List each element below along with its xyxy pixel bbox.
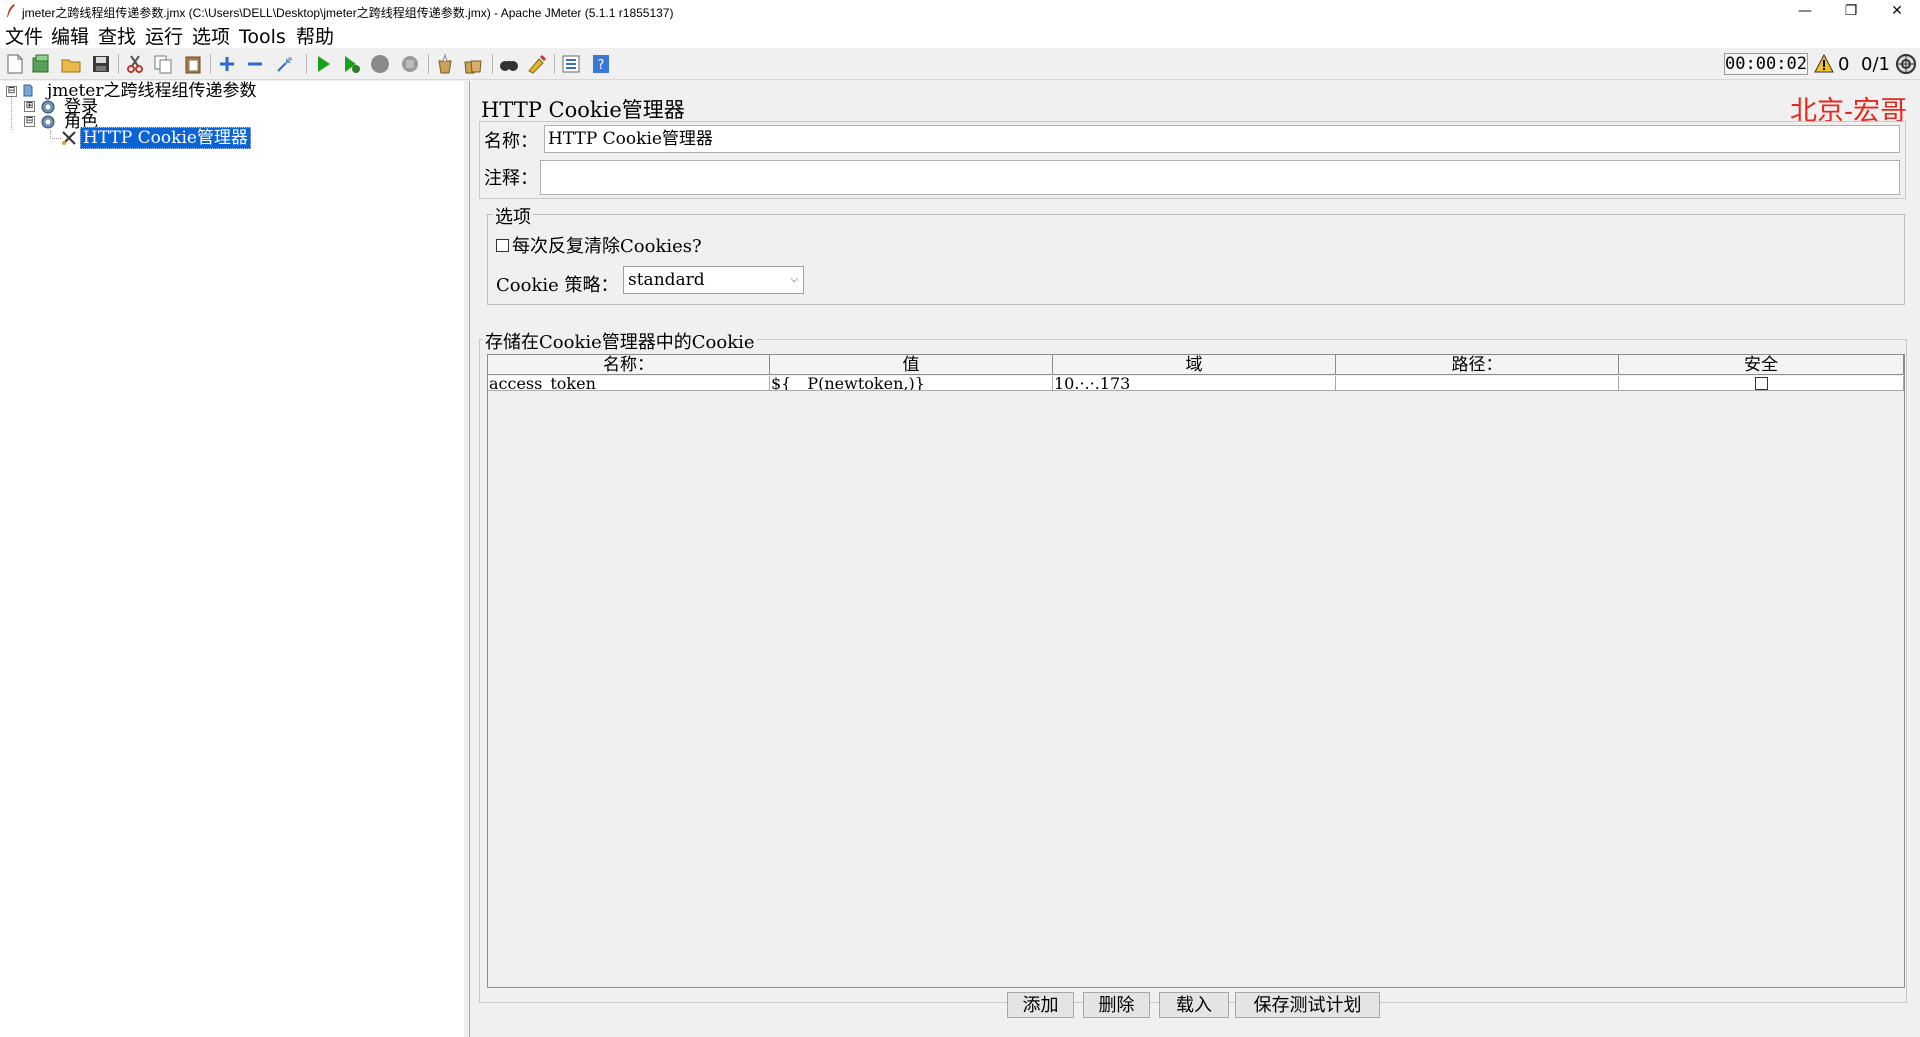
config-element-scissors-icon [62, 131, 76, 145]
cookie-value-cell[interactable]: ${__P(newtoken,)} [770, 376, 1053, 391]
cookie-policy-select[interactable]: standard ⌵ [623, 266, 804, 294]
menu-file[interactable]: 文件 [5, 26, 43, 48]
remote-status-icon[interactable] [1895, 53, 1917, 75]
menu-options[interactable]: 选项 [192, 26, 230, 48]
chevron-down-icon: ⌵ [790, 274, 798, 285]
elapsed-timer: 00:00:02 [1724, 53, 1808, 75]
tree-collapse-toggle[interactable]: ⊟ [24, 116, 35, 127]
name-comment-box: 名称： HTTP Cookie管理器 注释： [479, 121, 1906, 199]
page-title: HTTP Cookie管理器 [481, 98, 685, 122]
cookie-secure-cell[interactable] [1619, 376, 1904, 391]
open-icon[interactable] [60, 53, 82, 75]
column-header-name[interactable]: 名称： [488, 355, 770, 375]
menu-edit[interactable]: 编辑 [51, 26, 89, 48]
help-icon[interactable]: ? [590, 53, 612, 75]
cut-icon[interactable] [124, 53, 146, 75]
cookie-policy-label: Cookie 策略： [496, 275, 619, 296]
cookie-name-cell[interactable]: access_token [488, 376, 770, 391]
function-helper-icon[interactable] [560, 53, 582, 75]
options-group-title: 选项 [493, 203, 533, 229]
jmeter-feather-icon [7, 4, 15, 17]
cookie-domain-cell[interactable]: 10.·.·.173 [1053, 376, 1336, 391]
add-button[interactable]: 添加 [1007, 992, 1074, 1018]
maximize-button[interactable]: ❐ [1828, 0, 1874, 22]
column-header-value[interactable]: 值 [770, 355, 1053, 375]
minimize-button[interactable]: — [1782, 0, 1828, 22]
toolbar-separator [554, 54, 555, 74]
toolbar-separator [306, 54, 307, 74]
delete-button[interactable]: 删除 [1083, 992, 1150, 1018]
tree-collapse-toggle[interactable]: ⊟ [6, 86, 17, 97]
stored-cookies-title: 存储在Cookie管理器中的Cookie [483, 328, 757, 354]
toggle-icon[interactable] [274, 53, 296, 75]
shutdown-icon[interactable] [399, 53, 421, 75]
thread-group-gear-icon [41, 100, 55, 114]
thread-group-gear-icon [41, 115, 55, 129]
selected-tree-label: HTTP Cookie管理器 [80, 127, 251, 149]
tree-connector [50, 130, 61, 139]
start-no-pause-icon[interactable] [340, 53, 362, 75]
copy-icon[interactable] [152, 53, 174, 75]
clear-each-iteration-label: 每次反复清除Cookies? [512, 236, 702, 257]
cookie-secure-checkbox[interactable] [1755, 377, 1768, 390]
clear-all-icon[interactable] [462, 53, 484, 75]
column-header-path[interactable]: 路径： [1336, 355, 1619, 375]
menu-run[interactable]: 运行 [145, 26, 183, 48]
tree-expand-toggle[interactable]: ⊞ [24, 101, 35, 112]
column-header-domain[interactable]: 域 [1053, 355, 1336, 375]
warning-icon[interactable] [1814, 54, 1834, 73]
error-count: 0 [1838, 54, 1850, 75]
start-icon[interactable] [312, 53, 334, 75]
menu-tools[interactable]: Tools [239, 26, 286, 48]
name-label: 名称： [484, 131, 538, 152]
load-button[interactable]: 载入 [1159, 992, 1229, 1018]
toolbar-separator [118, 54, 119, 74]
menu-bar: 文件 编辑 查找 运行 选项 Tools 帮助 [0, 24, 1920, 48]
test-plan-icon [23, 84, 33, 97]
save-test-plan-button[interactable]: 保存测试计划 [1235, 992, 1380, 1018]
clear-icon[interactable] [434, 53, 456, 75]
toolbar-separator [492, 54, 493, 74]
templates-icon[interactable] [30, 53, 52, 75]
title-bar: jmeter之跨线程组传递参数.jmx (C:\Users\DELL\Deskt… [0, 0, 1920, 24]
paste-icon[interactable] [182, 53, 204, 75]
expand-icon[interactable] [216, 53, 238, 75]
comment-label: 注释： [484, 168, 538, 189]
clear-each-iteration-checkbox[interactable] [496, 239, 509, 252]
close-button[interactable]: ✕ [1874, 0, 1920, 22]
comment-field[interactable] [540, 160, 1900, 195]
toolbar: ? 00:00:02 0 0/1 [0, 49, 1920, 80]
menu-help[interactable]: 帮助 [296, 26, 334, 48]
menu-search[interactable]: 查找 [98, 26, 136, 48]
new-icon[interactable] [4, 53, 26, 75]
cookie-manager-panel: HTTP Cookie管理器 北京-宏哥 名称： HTTP Cookie管理器 … [470, 81, 1920, 1037]
cookie-path-cell[interactable] [1336, 376, 1619, 391]
tree-connector [11, 97, 13, 130]
options-group: 选项 每次反复清除Cookies? Cookie 策略： standard ⌵ [487, 203, 1905, 305]
collapse-icon[interactable] [244, 53, 266, 75]
toolbar-separator [210, 54, 211, 74]
active-threads: 0/1 [1861, 54, 1890, 75]
toolbar-separator [428, 54, 429, 74]
window-title: jmeter之跨线程组传递参数.jmx (C:\Users\DELL\Deskt… [22, 6, 674, 20]
name-field[interactable]: HTTP Cookie管理器 [544, 125, 1900, 153]
search-icon[interactable] [498, 53, 520, 75]
svg-text:?: ? [598, 58, 605, 73]
cookies-table: 名称： 值 域 路径： 安全 access_token ${__P(newtok… [487, 354, 1905, 988]
test-plan-tree: ⊟ jmeter之跨线程组传递参数 ⊞ 登录 ⊟ 角色 HTTP Cookie管… [0, 81, 465, 1037]
save-icon[interactable] [90, 53, 112, 75]
cookie-policy-value: standard [628, 270, 705, 290]
reset-search-icon[interactable] [526, 53, 548, 75]
column-header-secure[interactable]: 安全 [1619, 355, 1904, 375]
stop-icon[interactable] [369, 53, 391, 75]
tree-item-cookie-manager[interactable]: HTTP Cookie管理器 [80, 127, 251, 149]
